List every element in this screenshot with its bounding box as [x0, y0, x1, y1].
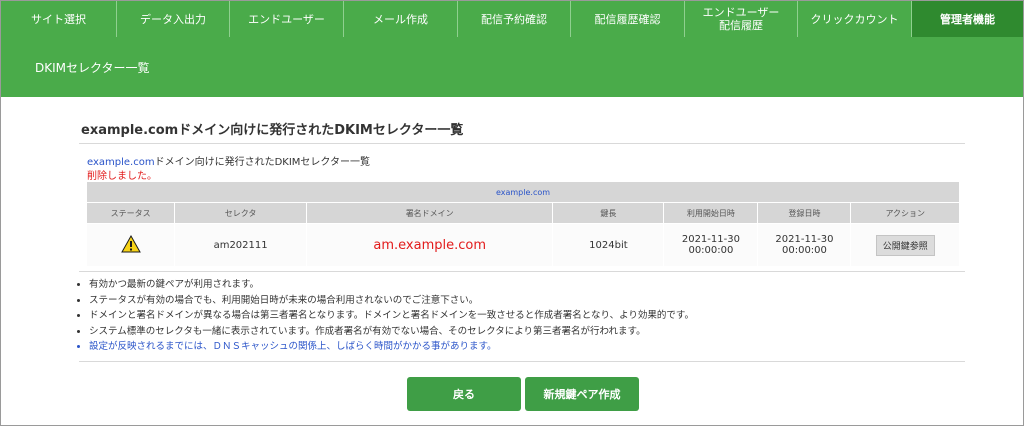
tab-click-count[interactable]: クリックカウント: [798, 1, 912, 37]
create-new-keypair-button[interactable]: 新規鍵ペア作成: [525, 377, 639, 411]
tab-end-user-delivery-history[interactable]: エンドユーザー 配信履歴: [685, 1, 798, 37]
tab-label: 配信履歴確認: [594, 12, 661, 26]
status-cell: [85, 223, 176, 267]
tab-label: メール作成: [373, 12, 428, 26]
tab-label: クリックカウント: [810, 12, 899, 26]
tab-data-io[interactable]: データ入出力: [117, 1, 230, 37]
tab-label: 配信予約確認: [481, 12, 547, 26]
sign-domain-cell: am.example.com: [305, 223, 554, 267]
tab-label: エンドユーザー: [248, 12, 325, 26]
sub-header-title: DKIMセレクター一覧: [35, 61, 150, 75]
tab-label: エンドユーザー 配信履歴: [702, 6, 780, 32]
start-time: 00:00:00: [688, 245, 734, 256]
column-header: ステータス: [85, 202, 176, 224]
dkim-selector-table: example.com ステータス セレクタ 署名ドメイン 鍵長 利用開始日時 …: [85, 181, 960, 267]
tab-label: 管理者機能: [940, 12, 995, 26]
deleted-message: 削除しました。: [87, 171, 157, 182]
tab-delivery-history[interactable]: 配信履歴確認: [571, 1, 685, 37]
selector-list-description: example.comドメイン向けに発行されたDKIMセレクター一覧: [87, 153, 370, 168]
start-datetime-cell: 2021-11-30 00:00:00: [663, 223, 759, 267]
column-header: セレクタ: [174, 202, 307, 224]
back-button[interactable]: 戻る: [407, 377, 521, 411]
tab-admin[interactable]: 管理者機能: [912, 1, 1023, 37]
page-title: example.comドメイン向けに発行されたDKIMセレクター一覧: [81, 123, 464, 138]
list-item: 設定が反映されるまでには、ＤＮＳキャッシュの関係上、しばらく時間がかかる事があり…: [89, 339, 694, 355]
divider: [79, 361, 965, 362]
action-cell: 公開鍵参照: [850, 223, 960, 267]
column-header: アクション: [850, 202, 960, 224]
notes-list: 有効かつ最新の鍵ペアが利用されます。 ステータスが有効の場合でも、利用開始日時が…: [71, 277, 694, 355]
tab-label: データ入出力: [140, 12, 206, 26]
registered-time: 00:00:00: [781, 245, 827, 256]
warning-icon: [120, 234, 141, 256]
tab-end-user[interactable]: エンドユーザー: [230, 1, 344, 37]
tab-mail-compose[interactable]: メール作成: [344, 1, 458, 37]
tab-label: サイト選択: [31, 12, 86, 26]
selector-cell: am202111: [174, 223, 307, 267]
column-header: 鍵長: [552, 202, 665, 224]
table-caption: example.com: [86, 181, 960, 203]
top-nav-tabs: サイト選択 データ入出力 エンドユーザー メール作成 配信予約確認 配信履歴確認…: [1, 1, 1023, 37]
registered-datetime-cell: 2021-11-30 00:00:00: [757, 223, 852, 267]
divider: [79, 143, 965, 144]
column-header: 利用開始日時: [663, 202, 759, 224]
list-item: 有効かつ最新の鍵ペアが利用されます。: [89, 277, 694, 293]
divider: [79, 271, 965, 272]
sub-header: DKIMセレクター一覧: [1, 37, 1023, 97]
list-item: システム標準のセレクタも一緒に表示されています。作成者署名が有効でない場合、その…: [89, 324, 694, 340]
list-item: ステータスが有効の場合でも、利用開始日時が未来の場合利用されないのでご注意下さい…: [89, 293, 694, 309]
column-header: 登録日時: [757, 202, 852, 224]
tab-delivery-reservation[interactable]: 配信予約確認: [458, 1, 571, 37]
table-header-row: ステータス セレクタ 署名ドメイン 鍵長 利用開始日時 登録日時 アクション: [85, 202, 960, 224]
view-public-key-button[interactable]: 公開鍵参照: [875, 234, 935, 256]
start-date: 2021-11-30: [681, 234, 740, 245]
table-caption-row: example.com: [86, 181, 960, 203]
key-length-cell: 1024bit: [552, 223, 665, 267]
page-frame: サイト選択 データ入出力 エンドユーザー メール作成 配信予約確認 配信履歴確認…: [0, 0, 1024, 426]
description-text: ドメイン向けに発行されたDKIMセレクター一覧: [154, 157, 371, 168]
list-item: ドメインと署名ドメインが異なる場合は第三者署名となります。ドメインと署名ドメイン…: [89, 308, 694, 324]
table-row: am202111 am.example.com 1024bit 2021-11-…: [85, 223, 960, 267]
column-header: 署名ドメイン: [305, 202, 554, 224]
tab-site-select[interactable]: サイト選択: [1, 1, 117, 37]
registered-date: 2021-11-30: [775, 234, 834, 245]
